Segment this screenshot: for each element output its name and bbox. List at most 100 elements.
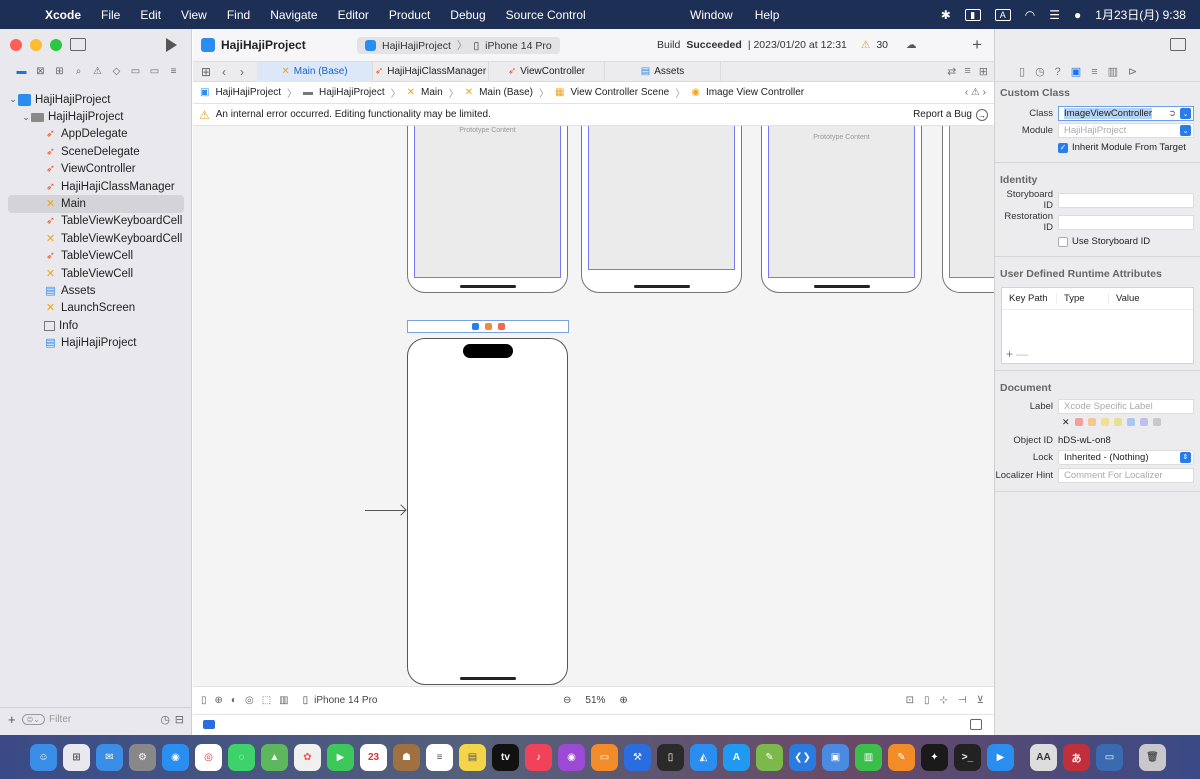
tab-hajihajiclassmanager[interactable]: ➶ HajiHajiClassManager: [373, 61, 489, 82]
chevron-down-icon[interactable]: ⌄: [8, 94, 18, 105]
safari-icon[interactable]: ◉: [162, 743, 189, 771]
tree-item[interactable]: ▤ Assets: [0, 282, 192, 299]
tree-item[interactable]: ➶ TableViewKeyboardCell: [0, 213, 192, 230]
resolve-issues-icon[interactable]: ⊻: [977, 695, 984, 706]
scene-frame[interactable]: [581, 126, 742, 293]
test-navigator-icon[interactable]: ◇: [108, 65, 125, 79]
issue-navigation-icon[interactable]: ‹ ⚠ ›: [965, 87, 994, 98]
run-destination[interactable]: iPhone 14 Pro: [485, 40, 552, 52]
photos-icon[interactable]: ✿: [294, 743, 321, 771]
podcasts-icon[interactable]: ◉: [558, 743, 585, 771]
storyboard-id-field[interactable]: [1058, 192, 1194, 208]
siri-icon[interactable]: ●: [1074, 8, 1081, 22]
breakpoint-navigator-icon[interactable]: ▭: [146, 65, 163, 79]
chevron-down-icon[interactable]: ⌄: [21, 112, 31, 123]
contacts-icon[interactable]: ☗: [393, 743, 420, 771]
warning-icon[interactable]: ⚠: [861, 39, 870, 51]
breadcrumb-item[interactable]: Main (Base): [479, 87, 533, 98]
zoom-in-icon[interactable]: ⊕: [619, 695, 627, 706]
preview-icon[interactable]: ▭: [1096, 743, 1123, 771]
tree-item[interactable]: ▤ HajiHajiProject: [0, 334, 192, 351]
use-storyboard-id-checkbox[interactable]: [1058, 236, 1068, 247]
breadcrumb-item[interactable]: Main: [421, 87, 443, 98]
dictionary-icon[interactable]: AA: [1030, 743, 1057, 771]
embed-in-icon[interactable]: ▯: [924, 695, 930, 706]
keynote-icon[interactable]: ▣: [822, 743, 849, 771]
inherit-module-checkbox[interactable]: ✓: [1058, 142, 1068, 153]
input-source-icon[interactable]: A: [994, 8, 1011, 21]
facetime-icon[interactable]: ▶: [327, 743, 354, 771]
maps-icon[interactable]: ▲: [261, 743, 288, 771]
sketch-icon[interactable]: ✎: [756, 743, 783, 771]
tree-item[interactable]: ➶ ViewController: [0, 161, 192, 178]
chevron-down-icon[interactable]: ⌄: [1180, 108, 1191, 119]
vscode-icon[interactable]: ❮❯: [789, 743, 816, 771]
localizer-field[interactable]: Comment For Localizer: [1058, 467, 1194, 483]
tab-assets[interactable]: ▤ Assets: [605, 61, 721, 82]
first-responder-icon[interactable]: [484, 323, 492, 330]
breadcrumb-item[interactable]: View Controller Scene: [570, 87, 669, 98]
add-attribute-icon[interactable]: +: [1006, 347, 1013, 361]
menu-product[interactable]: Product: [389, 8, 430, 22]
module-field[interactable]: HajiHajiProject ⌄: [1058, 123, 1194, 138]
settings-icon[interactable]: ⚙: [129, 743, 156, 771]
view-controller-icon[interactable]: [471, 323, 479, 330]
go-to-class-icon[interactable]: ➲: [1168, 108, 1176, 119]
menu-view[interactable]: View: [181, 8, 207, 22]
messages-icon[interactable]: ◌: [228, 743, 255, 771]
tree-item[interactable]: ✕ LaunchScreen: [0, 300, 192, 317]
chevron-updown-icon[interactable]: ⇕: [1180, 451, 1191, 463]
add-library-icon[interactable]: +: [972, 35, 982, 55]
menu-edit[interactable]: Edit: [140, 8, 161, 22]
breadcrumb-item[interactable]: Image View Controller: [706, 87, 804, 98]
tree-item[interactable]: ✕ Main: [8, 195, 184, 213]
size-inspector-icon[interactable]: ▥: [1108, 65, 1118, 78]
tree-item[interactable]: ✕ TableViewKeyboardCell: [0, 230, 192, 247]
dark-mode-icon[interactable]: ◐: [231, 695, 237, 706]
source-control-navigator-icon[interactable]: ⊠: [32, 65, 49, 79]
beta-app-icon[interactable]: ✦: [921, 743, 948, 771]
layout-icon[interactable]: ▥: [279, 695, 288, 706]
connections-inspector-icon[interactable]: ⊳: [1128, 65, 1137, 78]
remove-attribute-icon[interactable]: —: [1016, 347, 1028, 361]
breadcrumb-item[interactable]: HajiHajiProject: [215, 87, 281, 98]
wifi-icon[interactable]: ◠: [1025, 8, 1035, 22]
content-view[interactable]: [588, 126, 735, 270]
inspector-toggle-icon[interactable]: [1170, 38, 1186, 51]
zoom-icon[interactable]: ▶: [987, 743, 1014, 771]
xcode-icon[interactable]: ⚒: [624, 743, 651, 771]
folder-navigator-icon[interactable]: ▬: [13, 65, 30, 79]
menu-editor[interactable]: Editor: [338, 8, 369, 22]
col-value[interactable]: Value: [1108, 293, 1140, 304]
image-view-controller-scene[interactable]: [407, 338, 568, 685]
tree-item[interactable]: ➶ AppDelegate: [0, 126, 192, 143]
music-icon[interactable]: ♪: [525, 743, 552, 771]
menu-source-control[interactable]: Source Control: [506, 8, 586, 22]
split-editor-icon[interactable]: ⊞: [979, 65, 988, 78]
mail-icon[interactable]: ✉: [96, 743, 123, 771]
swatch-gray[interactable]: [1152, 418, 1161, 426]
update-frames-icon[interactable]: ⊡: [906, 695, 914, 706]
menu-help[interactable]: Help: [755, 8, 780, 22]
related-items-icon[interactable]: ⊞: [197, 65, 215, 79]
pages-icon[interactable]: ✎: [888, 743, 915, 771]
entry-point-arrow[interactable]: [365, 510, 405, 511]
scm-filter-icon[interactable]: ⊟: [175, 713, 184, 726]
scene-frame[interactable]: Prototype Content: [761, 126, 922, 293]
scene-dock[interactable]: [407, 320, 569, 333]
chrome-icon[interactable]: ◎: [195, 743, 222, 771]
battery-icon[interactable]: ▮: [964, 8, 981, 21]
zoom-window-button[interactable]: [50, 39, 62, 51]
align-icon[interactable]: ⊹: [940, 695, 948, 706]
warning-count[interactable]: 30: [876, 39, 888, 51]
swatch-orange[interactable]: [1087, 418, 1096, 426]
swatch-yellow[interactable]: [1100, 418, 1109, 426]
symbol-navigator-icon[interactable]: ⊞: [51, 65, 68, 79]
find-navigator-icon[interactable]: ⌕: [70, 65, 87, 79]
history-inspector-icon[interactable]: ◷: [1035, 65, 1045, 78]
clear-color-icon[interactable]: ✕: [1062, 417, 1070, 428]
menu-navigate[interactable]: Navigate: [270, 8, 317, 22]
reminders-icon[interactable]: ≡: [426, 743, 453, 771]
storyboard-canvas[interactable]: Prototype Content Prototype Content: [193, 126, 994, 686]
apple-tv-icon[interactable]: tv: [492, 743, 519, 771]
